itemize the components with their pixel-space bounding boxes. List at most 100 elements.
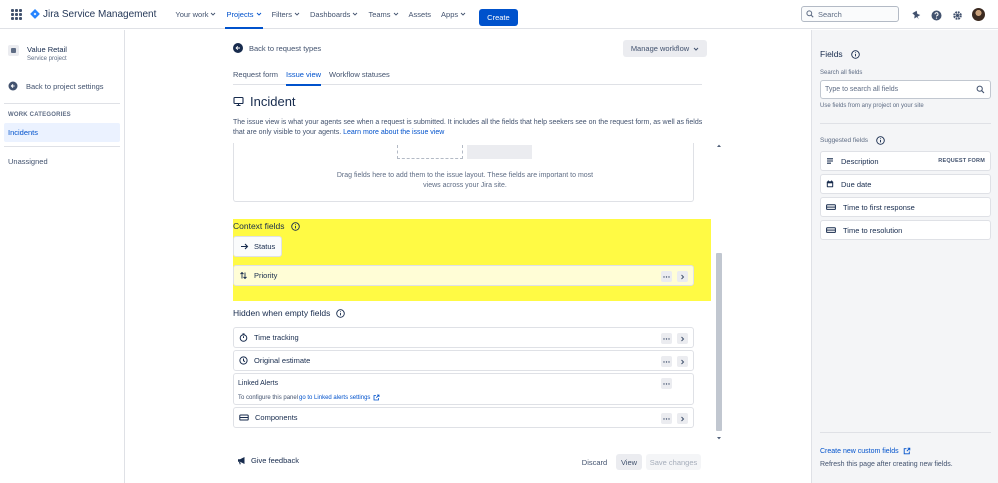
notification-icon[interactable] (909, 8, 923, 22)
more-actions-icon[interactable] (661, 378, 672, 389)
refresh-hint: Refresh this page after creating new fie… (820, 461, 953, 468)
info-icon[interactable] (336, 308, 346, 318)
scroll-up-arrow-icon[interactable] (716, 143, 722, 149)
search-icon (806, 10, 814, 18)
highlight-overlay (233, 219, 711, 301)
field-label: Status (254, 242, 276, 251)
linked-alerts-panel-row[interactable]: Linked Alerts To configure this panel go… (233, 373, 694, 405)
more-actions-icon[interactable] (661, 413, 672, 424)
nav-dashboards[interactable]: Dashboards (305, 0, 363, 29)
sidebar-divider (4, 146, 120, 147)
suggested-field-description[interactable]: Description REQUEST FORM (820, 151, 991, 171)
fields-search-input[interactable]: Type to search all fields (820, 80, 991, 99)
nav-label: Apps (441, 9, 459, 19)
sidebar-item-label: Incidents (8, 128, 39, 137)
nav-label: Teams (368, 9, 391, 19)
clock-icon (239, 356, 248, 365)
components-field-row[interactable]: Components (233, 407, 694, 428)
page-title: Incident (233, 94, 296, 109)
nav-your-work[interactable]: Your work (170, 0, 221, 29)
settings-icon[interactable] (950, 8, 964, 22)
sla-icon (826, 204, 836, 210)
learn-more-link[interactable]: Learn more about the issue view (343, 129, 444, 136)
fields-panel: Fields Search all fields Type to search … (811, 30, 998, 483)
field-badge: REQUEST FORM (938, 158, 985, 164)
section-title-text: Suggested fields (820, 137, 869, 144)
field-label: Original estimate (254, 356, 311, 365)
priority-field-row[interactable]: Priority (233, 265, 694, 286)
text-lines-icon (827, 158, 833, 164)
more-actions-icon[interactable] (661, 356, 672, 367)
nav-projects[interactable]: Projects (221, 0, 266, 29)
nav-label: Projects (226, 9, 254, 19)
tab-request-form[interactable]: Request form (233, 70, 278, 85)
scroll-down-arrow-icon[interactable] (716, 435, 722, 441)
nav-teams[interactable]: Teams (363, 0, 403, 29)
chevron-right-icon[interactable] (677, 333, 688, 344)
discard-button[interactable]: Discard (577, 454, 612, 470)
more-actions-icon[interactable] (661, 271, 672, 282)
field-label: Time to first response (843, 202, 915, 212)
sidebar-divider (4, 103, 120, 104)
help-icon[interactable] (929, 8, 943, 22)
avatar[interactable] (972, 8, 985, 21)
scrollbar-thumb[interactable] (716, 253, 722, 431)
suggested-field-due-date[interactable]: Due date (820, 174, 991, 194)
sidebar-item-unassigned[interactable]: Unassigned (8, 157, 48, 166)
description-text: The issue view is what your agents see w… (233, 119, 703, 136)
nav-assets[interactable]: Assets (404, 0, 437, 29)
info-icon[interactable] (850, 49, 860, 59)
monitor-icon (233, 96, 244, 107)
create-button[interactable]: Create (479, 8, 518, 26)
field-label: Due date (841, 179, 872, 189)
nav-apps[interactable]: Apps (436, 0, 471, 29)
field-label: Priority (254, 271, 278, 280)
create-custom-fields-link[interactable]: Create new custom fields (820, 447, 911, 455)
back-to-project-settings-link[interactable]: Back to project settings (8, 81, 104, 91)
scrollbar[interactable] (716, 143, 722, 441)
back-to-request-types-link[interactable]: Back to request types (233, 43, 321, 53)
nav-filters[interactable]: Filters (267, 0, 305, 29)
manage-workflow-button[interactable]: Manage workflow (623, 40, 707, 57)
field-label: Components (255, 413, 298, 422)
hint-text: To configure this panel (238, 394, 299, 401)
chevron-right-icon[interactable] (677, 413, 688, 424)
view-button[interactable]: View (616, 454, 642, 470)
tab-workflow-statuses[interactable]: Workflow statuses (329, 70, 390, 85)
time-tracking-field-row[interactable]: Time tracking (233, 327, 694, 348)
drop-placeholder (397, 145, 463, 159)
arrow-left-icon (233, 43, 243, 53)
chevron-right-icon[interactable] (677, 356, 688, 367)
chevron-down-icon (211, 12, 216, 16)
tab-issue-view[interactable]: Issue view (286, 70, 322, 86)
info-icon[interactable] (876, 136, 885, 145)
suggested-field-time-to-resolution[interactable]: Time to resolution (820, 220, 991, 240)
project-header[interactable]: Value Retail Service project (8, 45, 67, 62)
status-field[interactable]: Status (233, 236, 282, 257)
arrow-left-circle-icon (8, 81, 18, 91)
field-drop-zone[interactable]: Drag fields here to add them to the issu… (233, 143, 694, 202)
back-label: Back to project settings (26, 81, 104, 91)
stopwatch-icon (239, 333, 248, 342)
issue-layout-scroll-area[interactable]: Drag fields here to add them to the issu… (233, 143, 714, 441)
info-icon[interactable] (290, 221, 300, 231)
chevron-right-icon[interactable] (677, 271, 688, 282)
linked-alerts-settings-link[interactable]: go to Linked alerts settings (299, 395, 370, 401)
search-input[interactable]: Search (801, 6, 899, 22)
panel-divider (820, 123, 991, 124)
product-logo[interactable]: Jira Service Management (30, 9, 156, 20)
project-name: Value Retail (27, 45, 67, 54)
more-actions-icon[interactable] (661, 333, 672, 344)
give-feedback-button[interactable]: Give feedback (237, 456, 299, 465)
save-changes-button[interactable]: Save changes (646, 454, 701, 470)
suggested-field-time-to-first-response[interactable]: Time to first response (820, 197, 991, 217)
priority-arrows-icon (240, 271, 247, 280)
jira-logo-icon (30, 9, 40, 19)
hidden-fields-heading: Hidden when empty fields (233, 308, 346, 318)
app-switcher-icon[interactable] (11, 8, 22, 20)
product-name: Jira Service Management (43, 8, 157, 20)
chevron-down-icon (256, 12, 261, 16)
original-estimate-field-row[interactable]: Original estimate (233, 350, 694, 371)
panel-divider (820, 432, 991, 433)
sidebar-item-incidents[interactable]: Incidents (4, 123, 120, 142)
